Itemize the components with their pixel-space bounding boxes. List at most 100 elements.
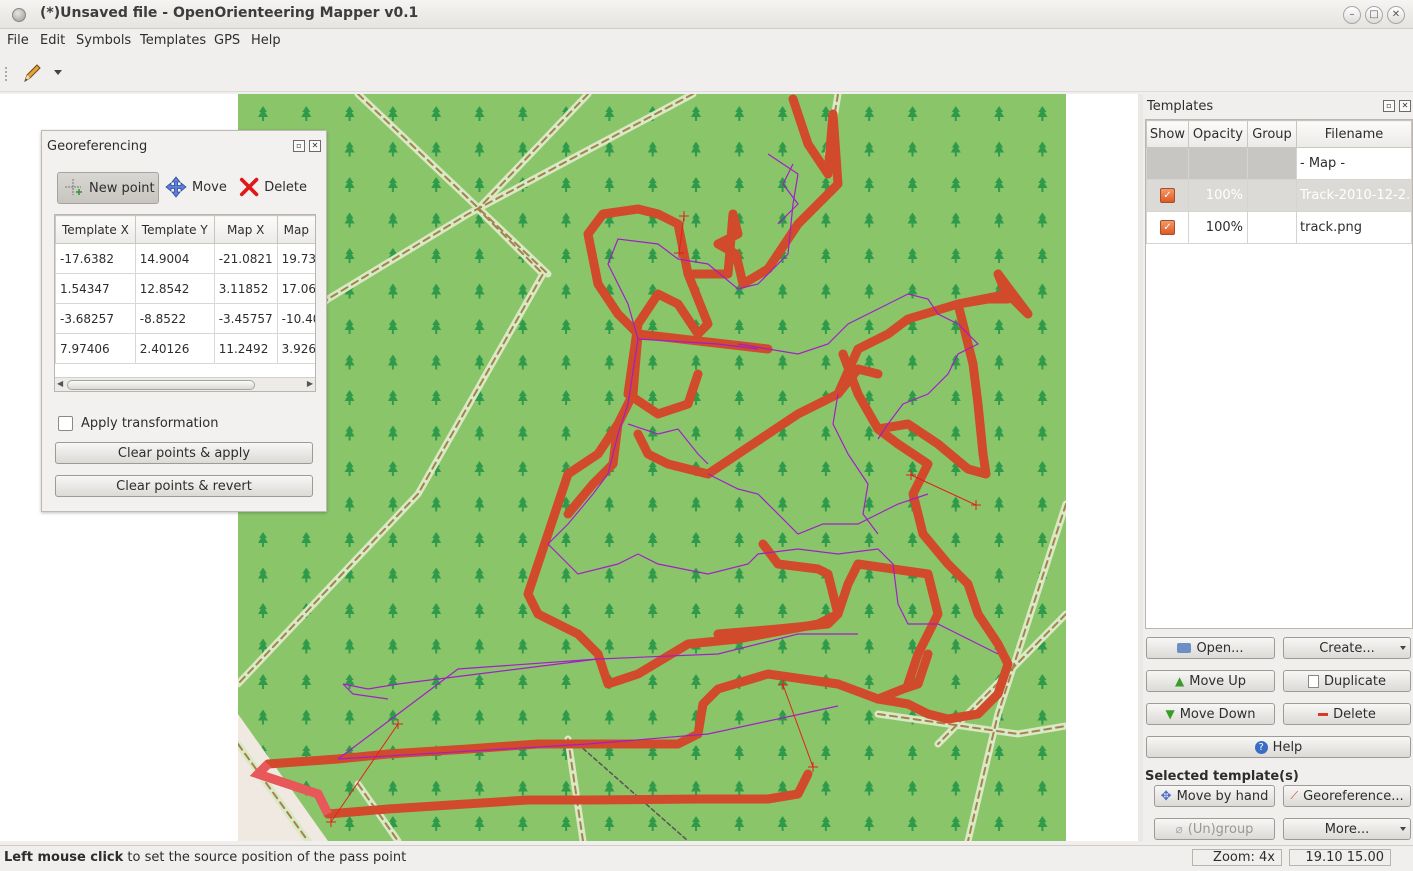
delete-template-button[interactable]: Delete	[1283, 703, 1411, 725]
move-down-button[interactable]: ▼ Move Down	[1146, 703, 1275, 725]
opacity-cell[interactable]: 100%	[1187, 179, 1248, 212]
move-down-label: Move Down	[1179, 706, 1256, 722]
float-icon[interactable]: ▫	[1383, 100, 1395, 112]
table-row-map[interactable]: - Map -	[1146, 147, 1412, 180]
col-template-y[interactable]: Template Y	[134, 215, 215, 244]
app-menu-icon[interactable]	[12, 8, 26, 22]
duplicate-button[interactable]: Duplicate	[1283, 670, 1411, 692]
col-filename[interactable]: Filename	[1296, 120, 1412, 148]
table-row[interactable]: 7.97406 2.40126 11.2492 3.9263	[55, 333, 315, 364]
clear-revert-button[interactable]: Clear points & revert	[55, 475, 313, 497]
status-bold: Left mouse click	[4, 850, 124, 865]
opacity-cell[interactable]: 100%	[1187, 211, 1248, 244]
window-title: (*)Unsaved file - OpenOrienteering Mappe…	[40, 5, 419, 21]
cell[interactable]: 7.97406	[55, 333, 136, 364]
horizontal-scrollbar[interactable]: ◀ ▶	[55, 377, 315, 391]
apply-transformation-row[interactable]: Apply transformation	[58, 416, 218, 431]
pass-points-table[interactable]: Template X Template Y Map X Map -17.6382…	[54, 214, 316, 392]
check-icon[interactable]: ✓	[1159, 188, 1175, 203]
duplicate-icon	[1308, 674, 1320, 688]
filename-cell[interactable]: track.png	[1296, 211, 1412, 244]
toolbar-grip[interactable]	[5, 67, 10, 81]
arrow-up-icon: ▲	[1175, 674, 1185, 688]
cell[interactable]: 14.9004	[134, 243, 215, 274]
move-button[interactable]: Move	[165, 172, 230, 202]
ungroup-button[interactable]: ⌀ (Un)group	[1154, 818, 1275, 840]
chevron-down-icon[interactable]	[54, 70, 62, 75]
clear-apply-button[interactable]: Clear points & apply	[55, 442, 313, 464]
show-checkbox-cell[interactable]: ✓	[1146, 211, 1189, 244]
table-row[interactable]: -17.6382 14.9004 -21.0821 19.734	[55, 243, 315, 274]
float-icon[interactable]: ▫	[293, 140, 305, 152]
paperclip-icon: ⌀	[1175, 822, 1183, 836]
table-row[interactable]: -3.68257 -8.8522 -3.45757 -10.40	[55, 303, 315, 334]
menu-edit[interactable]: Edit	[40, 33, 65, 48]
minimize-icon[interactable]: –	[1343, 6, 1361, 24]
menu-file[interactable]: File	[7, 33, 29, 48]
menu-templates[interactable]: Templates	[140, 33, 206, 48]
open-label: Open...	[1196, 640, 1244, 656]
show-checkbox-cell[interactable]: ✓	[1146, 179, 1189, 212]
check-icon[interactable]: ✓	[1159, 220, 1175, 235]
table-row[interactable]: ✓ 100% track.png	[1146, 211, 1412, 244]
new-point-button[interactable]: New point	[57, 172, 159, 204]
scrollbar-thumb[interactable]	[67, 380, 255, 390]
toolbar	[0, 55, 1413, 92]
cell[interactable]: 3.11852	[213, 273, 278, 304]
help-button[interactable]: ? Help	[1146, 736, 1411, 758]
cell[interactable]: 12.8542	[134, 273, 215, 304]
duplicate-label: Duplicate	[1324, 673, 1386, 689]
cell[interactable]: -3.68257	[55, 303, 136, 334]
move-up-button[interactable]: ▲ Move Up	[1146, 670, 1275, 692]
move-by-hand-button[interactable]: ✥ Move by hand	[1154, 785, 1275, 807]
col-group[interactable]: Group	[1246, 120, 1298, 148]
georef-title: Georeferencing	[47, 139, 148, 154]
menu-gps[interactable]: GPS	[214, 33, 240, 48]
menu-symbols[interactable]: Symbols	[76, 33, 131, 48]
table-row[interactable]: ✓ 100% Track-2010-12-2...	[1146, 179, 1412, 212]
move-up-label: Move Up	[1189, 673, 1246, 689]
cell[interactable]: 11.2492	[213, 333, 278, 364]
cell[interactable]: 17.060	[276, 273, 315, 304]
cell[interactable]: -3.45757	[213, 303, 278, 334]
cell[interactable]: 3.9263	[276, 333, 315, 364]
cell[interactable]: 19.734	[276, 243, 315, 274]
scroll-right-icon[interactable]: ▶	[307, 379, 313, 388]
scroll-left-icon[interactable]: ◀	[57, 379, 63, 388]
open-button[interactable]: Open...	[1146, 637, 1275, 659]
map-view[interactable]	[234, 90, 1070, 845]
col-map-y[interactable]: Map	[276, 215, 315, 244]
close-icon[interactable]: ✕	[1387, 6, 1405, 24]
tree-symbols	[238, 94, 1066, 841]
apply-transformation-checkbox[interactable]	[58, 416, 73, 431]
delete-button[interactable]: Delete	[239, 172, 307, 202]
cell[interactable]: -17.6382	[55, 243, 136, 274]
group-cell[interactable]	[1246, 179, 1298, 212]
create-button[interactable]: Create...	[1283, 637, 1411, 659]
col-map-x[interactable]: Map X	[213, 215, 278, 244]
table-row[interactable]: 1.54347 12.8542 3.11852 17.060	[55, 273, 315, 304]
templates-table[interactable]: Show Opacity Group Filename - Map - ✓ 10…	[1145, 119, 1413, 629]
close-icon[interactable]: ✕	[309, 140, 321, 152]
maximize-icon[interactable]: □	[1365, 6, 1383, 24]
cell[interactable]: -10.40	[276, 303, 315, 334]
close-icon[interactable]: ✕	[1399, 100, 1411, 112]
new-point-label: New point	[89, 180, 155, 196]
cell[interactable]: 1.54347	[55, 273, 136, 304]
more-button[interactable]: More...	[1283, 818, 1411, 840]
zoom-indicator: Zoom: 4x	[1192, 849, 1282, 866]
cell[interactable]: 2.40126	[134, 333, 215, 364]
col-template-x[interactable]: Template X	[55, 215, 136, 244]
georeference-button[interactable]: ⟋ Georeference...	[1283, 785, 1411, 807]
pencil-icon[interactable]	[20, 61, 44, 85]
move-arrows-icon	[165, 176, 187, 198]
col-opacity[interactable]: Opacity	[1187, 120, 1248, 148]
col-show[interactable]: Show	[1146, 120, 1189, 148]
menu-help[interactable]: Help	[251, 33, 281, 48]
move-arrows-icon: ✥	[1160, 788, 1172, 804]
cell[interactable]: -21.0821	[213, 243, 278, 274]
group-cell[interactable]	[1246, 211, 1298, 244]
dropdown-arrow-icon	[1400, 646, 1406, 650]
cell[interactable]: -8.8522	[134, 303, 215, 334]
filename-cell[interactable]: Track-2010-12-2...	[1296, 179, 1412, 212]
